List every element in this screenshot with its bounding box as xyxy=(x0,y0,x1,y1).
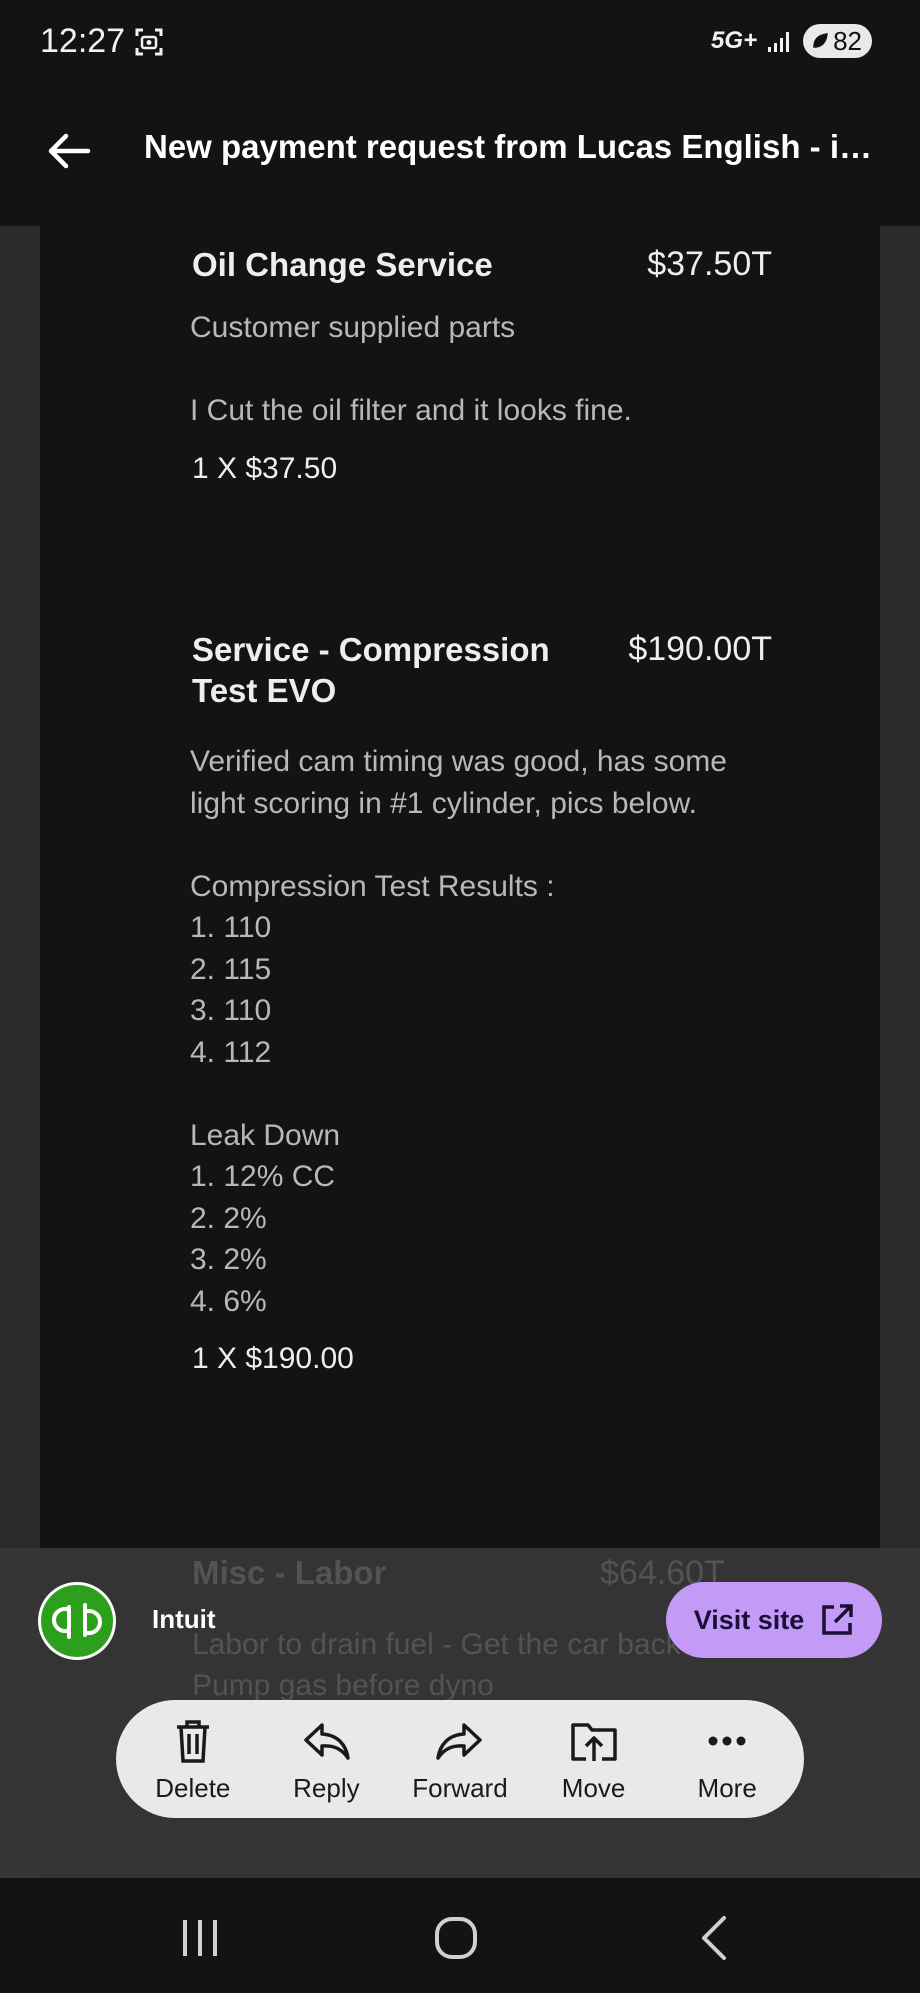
external-link-icon xyxy=(822,1604,854,1635)
item-description: Verified cam timing was good, has some l… xyxy=(190,745,727,1318)
move-icon xyxy=(570,1722,617,1761)
status-bar: 12:27 5G+ 82 xyxy=(0,0,920,90)
more-icon xyxy=(708,1736,746,1745)
item-quantity: 1 X $37.50 xyxy=(192,451,338,485)
back-nav-icon[interactable] xyxy=(690,1914,740,1962)
recents-icon[interactable] xyxy=(175,1914,225,1962)
trash-icon xyxy=(176,1719,209,1763)
item-name: Misc - Labor xyxy=(192,1554,387,1591)
screenshot-icon xyxy=(135,28,163,56)
delete-button[interactable]: Delete xyxy=(133,1715,253,1804)
intuit-logo xyxy=(38,1582,116,1660)
line-item: Oil Change Service $37.50T Customer supp… xyxy=(190,244,772,486)
battery-saver-icon xyxy=(813,33,828,48)
line-item: Service - Compression Test EVO $190.00T … xyxy=(190,629,772,1376)
back-arrow-icon[interactable] xyxy=(44,126,94,176)
battery-level: 82 xyxy=(833,25,862,56)
visit-site-button[interactable]: Visit site xyxy=(666,1582,882,1658)
email-subject: New payment request from Lucas English -… xyxy=(144,128,884,165)
home-icon[interactable] xyxy=(431,1914,481,1962)
item-price: $37.50T xyxy=(647,245,772,283)
more-label: More xyxy=(697,1772,757,1803)
signal-icon xyxy=(768,32,790,52)
item-price: $190.00T xyxy=(628,630,772,668)
item-name: Service - Compression Test EVO xyxy=(192,631,550,709)
forward-button[interactable]: Forward xyxy=(400,1715,520,1804)
ad-brand-name: Intuit xyxy=(152,1604,216,1634)
item-name: Oil Change Service xyxy=(192,246,493,283)
status-time: 12:27 xyxy=(40,22,126,60)
item-quantity: 1 X $190.00 xyxy=(192,1342,354,1375)
item-description: Customer supplied parts I Cut the oil fi… xyxy=(190,311,632,427)
system-nav-bar xyxy=(0,1878,920,1993)
forward-icon xyxy=(436,1722,482,1760)
reply-button[interactable]: Reply xyxy=(266,1715,386,1804)
app-bar: New payment request from Lucas English -… xyxy=(0,90,920,226)
move-button[interactable]: Move xyxy=(534,1715,654,1804)
status-indicators: 5G+ 82 xyxy=(711,24,872,58)
move-label: Move xyxy=(561,1772,626,1803)
network-type: 5G+ xyxy=(711,27,758,54)
email-action-bar: Delete Reply Forward Move More xyxy=(116,1700,804,1818)
delete-label: Delete xyxy=(155,1772,231,1803)
reply-icon xyxy=(304,1722,351,1760)
visit-site-label: Visit site xyxy=(693,1604,805,1635)
battery-indicator: 82 xyxy=(803,24,872,58)
more-button[interactable]: More xyxy=(667,1715,787,1804)
quickbooks-logo-icon xyxy=(52,1603,102,1639)
forward-label: Forward xyxy=(412,1772,508,1803)
reply-label: Reply xyxy=(293,1772,360,1803)
item-description: Labor to drain fuel - Get the car back P… xyxy=(192,1628,681,1702)
